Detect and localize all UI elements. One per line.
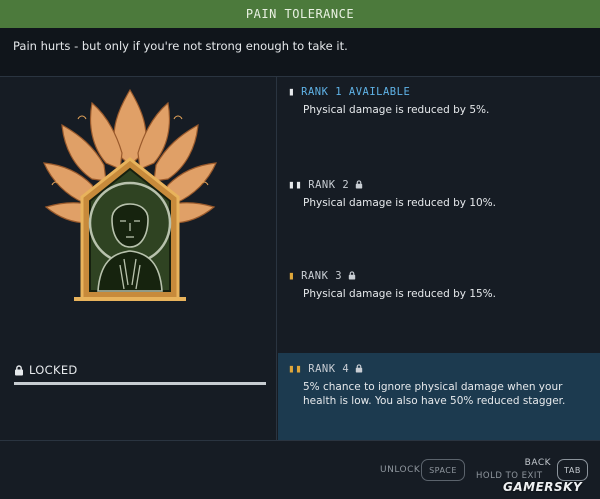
rank-3-text: Physical damage is reduced by 15%. xyxy=(303,288,496,300)
title-bar: PAIN TOLERANCE xyxy=(0,0,600,28)
rank-4-text: 5% chance to ignore physical damage when… xyxy=(303,381,566,407)
rank-2-entry[interactable]: ▮▮ RANK 2 Physical damage is reduced by … xyxy=(278,178,600,210)
skill-description: Pain hurts - but only if you're not stro… xyxy=(0,28,600,77)
tab-key-label: TAB xyxy=(564,465,581,475)
unlock-label: UNLOCK xyxy=(380,465,421,475)
back-button[interactable]: TAB xyxy=(557,459,588,481)
lock-icon xyxy=(348,271,356,280)
rank-4-label: RANK 4 xyxy=(308,362,350,375)
rank-2-text: Physical damage is reduced by 10%. xyxy=(303,197,496,209)
rank-4-entry[interactable]: ▮▮ RANK 4 5% chance to ignore physical d… xyxy=(278,353,600,440)
back-label: BACK xyxy=(524,458,551,468)
skill-status: LOCKED xyxy=(14,363,78,377)
rank-3-label: RANK 3 xyxy=(301,269,343,282)
footer-bar: UNLOCK SPACE BACK HOLD TO EXIT TAB GAMER… xyxy=(0,440,600,499)
rank-1-text: Physical damage is reduced by 5%. xyxy=(303,104,490,116)
rank-tick-icon: ▮▮ xyxy=(288,178,303,191)
page-title: PAIN TOLERANCE xyxy=(245,7,355,21)
skill-panel: LOCKED xyxy=(0,77,277,440)
rank-tick-icon: ▮ xyxy=(288,85,296,98)
rank-tick-icon: ▮▮ xyxy=(288,362,303,375)
rank-tick-icon: ▮ xyxy=(288,269,296,282)
unlock-button[interactable]: SPACE xyxy=(421,459,465,481)
rank-progress-bar xyxy=(14,382,266,385)
lock-icon xyxy=(355,180,363,189)
rank-1-label: RANK 1 AVAILABLE xyxy=(301,85,411,98)
lock-icon xyxy=(355,364,363,373)
rank-1-entry[interactable]: ▮ RANK 1 AVAILABLE Physical damage is re… xyxy=(278,85,600,117)
rank-2-label: RANK 2 xyxy=(308,178,350,191)
space-key-label: SPACE xyxy=(429,465,457,475)
meditating-figure-lotus-badge-icon xyxy=(43,88,217,301)
lock-icon xyxy=(15,364,23,375)
watermark-logo: GAMERSKY xyxy=(503,480,583,494)
skill-status-label: LOCKED xyxy=(29,363,78,377)
rank-3-entry[interactable]: ▮ RANK 3 Physical damage is reduced by 1… xyxy=(278,269,600,301)
